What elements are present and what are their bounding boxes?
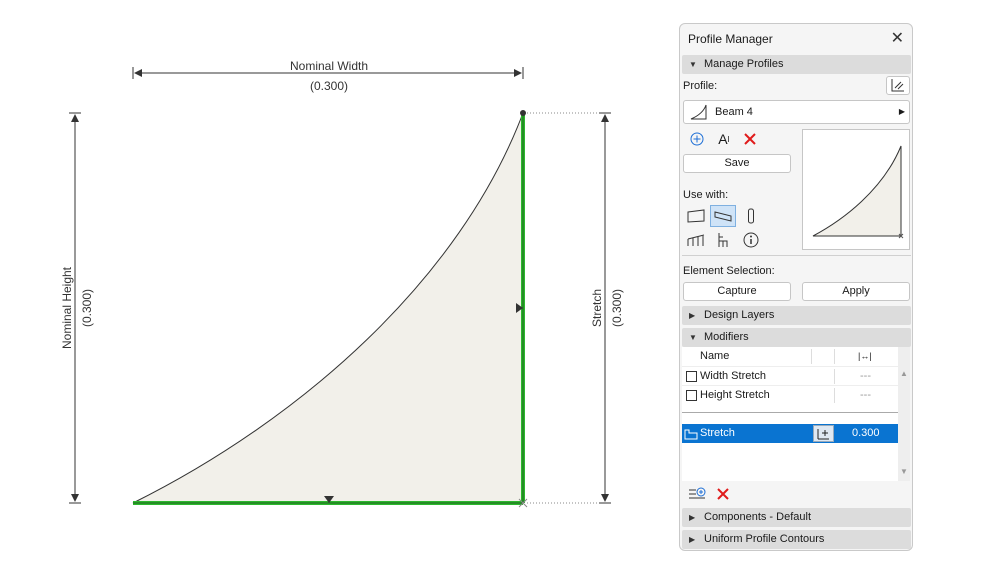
- components-header[interactable]: ▶ Components - Default: [682, 508, 911, 527]
- chair-icon[interactable]: [714, 230, 732, 250]
- modifier-row-height-stretch[interactable]: Height Stretch ---: [682, 385, 898, 405]
- profile-name: Beam 4: [715, 106, 753, 118]
- profile-label: Profile:: [683, 80, 718, 92]
- close-icon[interactable]: ✕: [891, 28, 904, 48]
- profile-canvas[interactable]: Nominal Width (0.300) Nominal Height (0.…: [0, 0, 670, 587]
- stretch-modifier-icon: [684, 429, 698, 440]
- profile-manager-panel: Profile Manager ✕ ▼ Manage Profiles Prof…: [679, 23, 913, 551]
- height-stretch-checkbox[interactable]: [686, 390, 697, 401]
- scroll-down-icon[interactable]: ▼: [900, 467, 908, 476]
- profile-dropdown[interactable]: Beam 4 ▶: [683, 100, 910, 124]
- nominal-width-label: Nominal Width: [290, 59, 368, 73]
- name-column-header: Name: [700, 350, 730, 362]
- railing-icon[interactable]: [685, 230, 707, 250]
- edit-dimension-icon: [817, 429, 829, 440]
- value-column-icon: |↔|: [858, 351, 872, 361]
- profile-preview: [802, 129, 910, 250]
- nominal-height-value: (0.300): [80, 289, 94, 327]
- modifier-row-stretch[interactable]: Stretch 0.300: [682, 424, 898, 443]
- beam-icon[interactable]: [710, 205, 736, 227]
- modifiers-header[interactable]: ▼ Modifiers: [682, 328, 911, 347]
- expand-right-icon: ▶: [689, 513, 696, 522]
- modifier-row-width-stretch[interactable]: Width Stretch ---: [682, 366, 898, 386]
- expand-right-icon: ▶: [689, 311, 696, 320]
- capture-button[interactable]: Capture: [683, 282, 791, 301]
- nominal-width-value: (0.300): [310, 79, 348, 93]
- info-icon[interactable]: [741, 230, 761, 250]
- column-icon[interactable]: [742, 206, 760, 226]
- stretch-label: Stretch: [590, 289, 604, 327]
- modifiers-table: Name |↔| Width Stretch --- Height Stretc…: [682, 347, 898, 481]
- panel-title: Profile Manager: [688, 32, 773, 46]
- stretch-value: (0.300): [610, 289, 624, 327]
- beam-profile-icon: [690, 104, 707, 120]
- add-profile-icon[interactable]: [689, 131, 705, 147]
- rename-profile-icon[interactable]: AI: [714, 130, 734, 148]
- slab-icon[interactable]: [685, 206, 707, 226]
- edit-stretch-button[interactable]: [813, 425, 834, 442]
- manage-profiles-header[interactable]: ▼ Manage Profiles: [682, 55, 911, 74]
- profile-settings-icon: [891, 79, 904, 92]
- profile-settings-button[interactable]: [886, 76, 910, 95]
- delete-profile-icon[interactable]: [742, 131, 758, 147]
- save-button[interactable]: Save: [683, 154, 791, 173]
- table-header: Name |↔|: [682, 347, 898, 366]
- element-selection-label: Element Selection:: [683, 265, 775, 277]
- nominal-height-label: Nominal Height: [60, 266, 74, 349]
- collapse-down-icon: ▼: [689, 333, 697, 342]
- design-layers-header[interactable]: ▶ Design Layers: [682, 306, 911, 325]
- use-with-label: Use with:: [683, 189, 729, 201]
- collapse-down-icon: ▼: [689, 60, 697, 69]
- profile-shape[interactable]: [132, 112, 524, 504]
- add-modifier-icon[interactable]: [687, 485, 707, 503]
- top-vertex[interactable]: [520, 110, 526, 116]
- chevron-right-icon: ▶: [898, 107, 905, 116]
- uniform-profile-contours-header[interactable]: ▶ Uniform Profile Contours: [682, 530, 911, 549]
- scroll-up-icon[interactable]: ▲: [900, 369, 908, 378]
- width-stretch-checkbox[interactable]: [686, 371, 697, 382]
- delete-modifier-icon[interactable]: [715, 486, 731, 502]
- expand-right-icon: ▶: [689, 535, 696, 544]
- apply-button[interactable]: Apply: [802, 282, 910, 301]
- modifiers-scrollbar[interactable]: ▲ ▼: [898, 347, 910, 481]
